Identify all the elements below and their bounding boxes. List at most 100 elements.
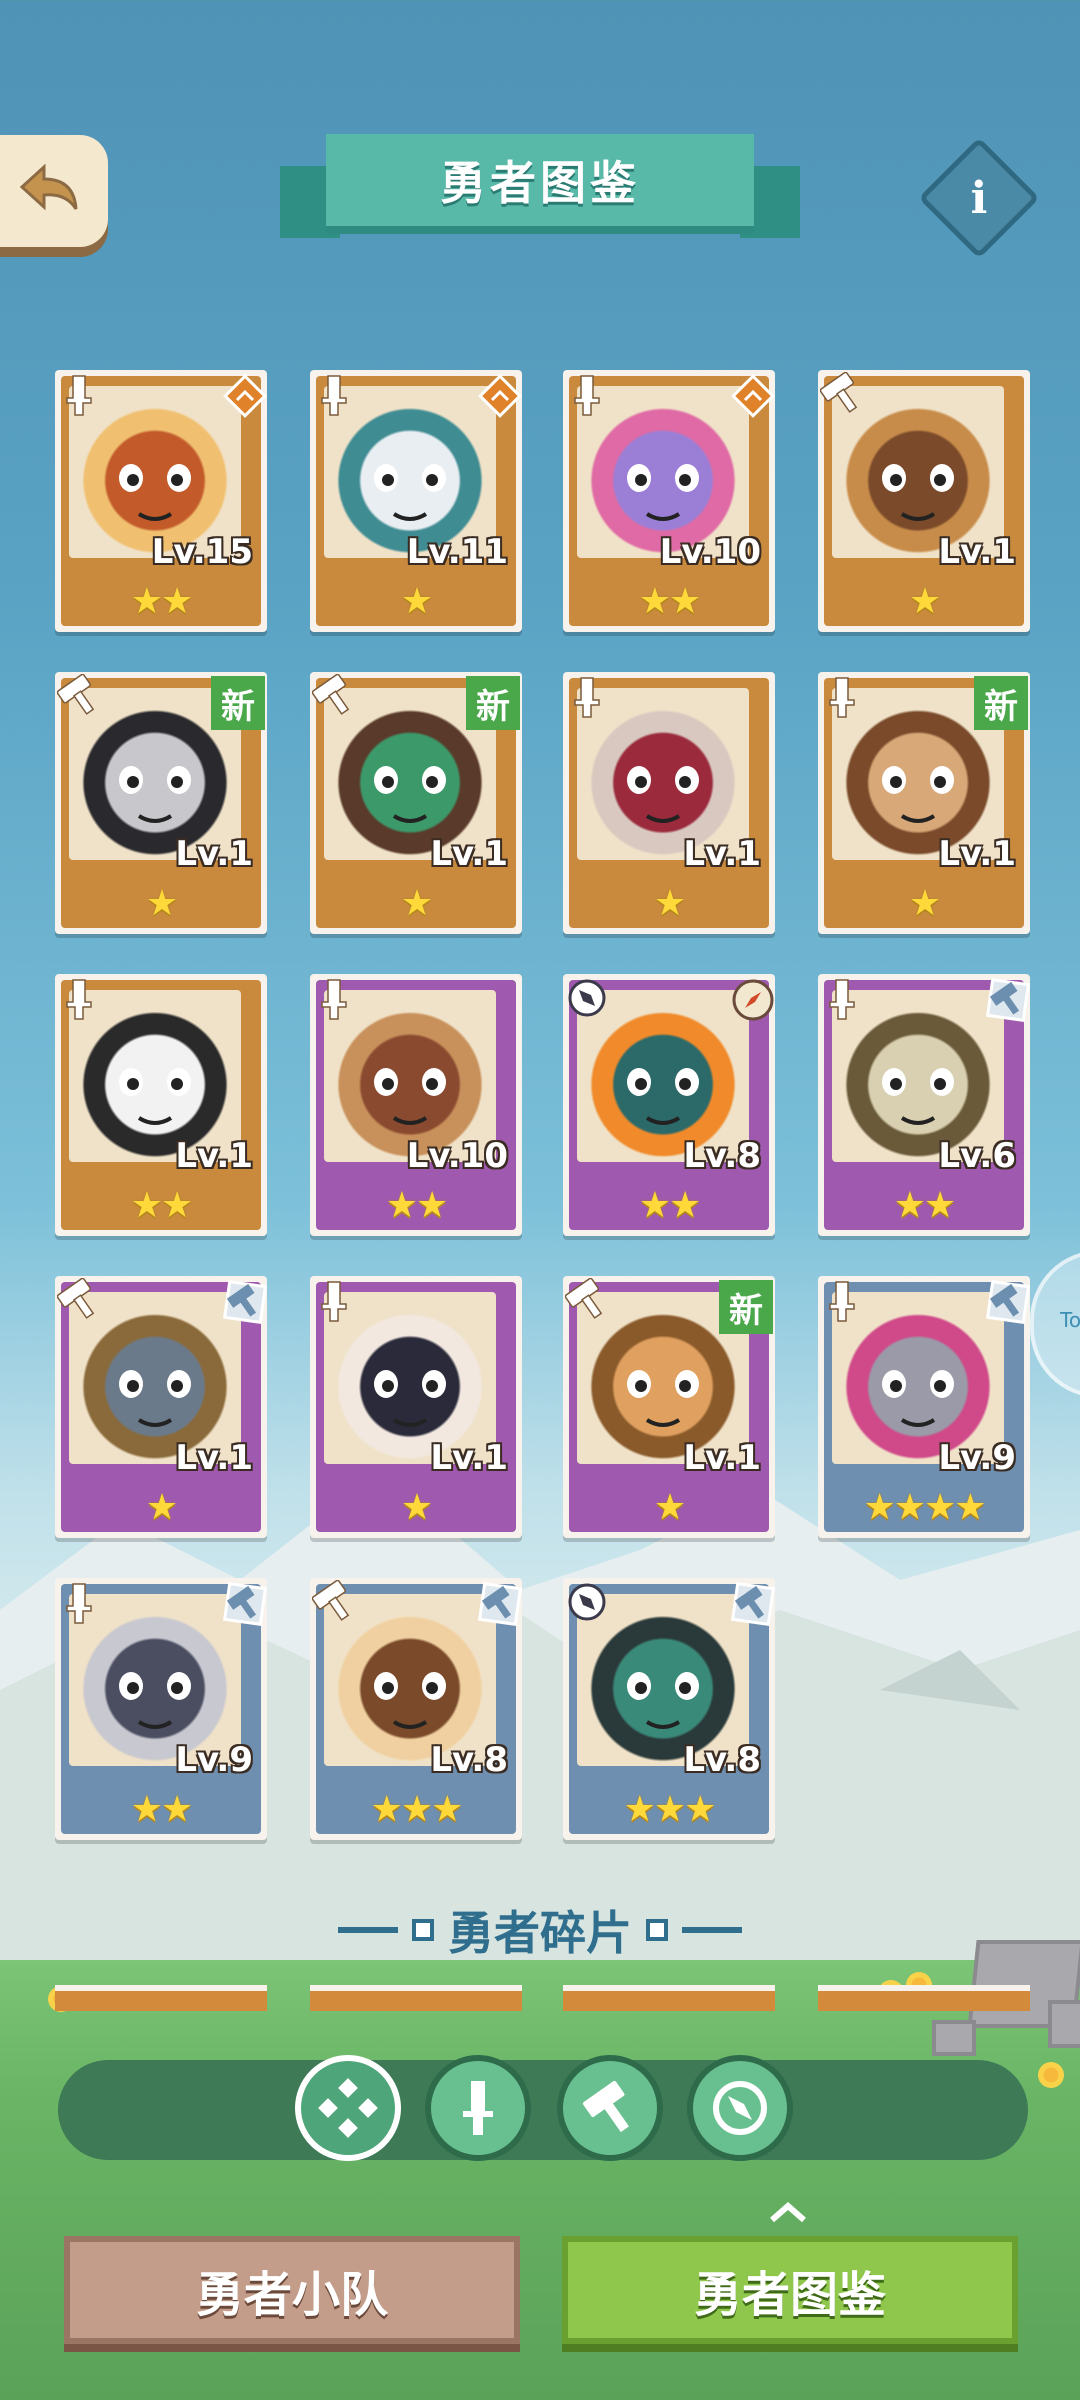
hero-level: Lv.8: [683, 1740, 761, 1780]
star-rating: ★★: [563, 582, 775, 622]
hammer-class-icon: [312, 1580, 350, 1621]
star-icon: ★: [161, 1185, 193, 1226]
filter-compass-button[interactable]: [687, 2055, 793, 2161]
sword-class-icon: [574, 375, 600, 416]
info-button[interactable]: i: [918, 137, 1040, 259]
hero-level: Lv.1: [175, 1438, 253, 1478]
star-rating: ★: [310, 582, 522, 622]
star-icon: ★: [908, 883, 941, 924]
star-rating: ★: [563, 1488, 775, 1528]
star-rating: ★: [563, 884, 775, 924]
new-badge: 新: [211, 676, 265, 730]
rank-diamond-icon: [223, 374, 267, 418]
section-divider: 勇者碎片: [305, 1900, 775, 1960]
star-rating: ★★: [55, 582, 267, 622]
star-icon: ★: [130, 1185, 163, 1226]
hammer-class-icon: [565, 1278, 603, 1319]
hero-card[interactable]: Lv.1 ★★: [55, 974, 267, 1236]
hero-card[interactable]: Lv.8 ★★★: [310, 1578, 523, 1840]
side-peek-button[interactable]: To: [1030, 1250, 1080, 1398]
filter-all-button[interactable]: [295, 2055, 401, 2161]
hero-card[interactable]: Lv.1 ★: [563, 672, 775, 934]
star-rating: ★★: [55, 1186, 267, 1226]
sword-class-icon: [829, 1281, 855, 1322]
star-icon: ★: [638, 581, 671, 622]
hero-card[interactable]: 新 Lv.1 ★: [55, 672, 267, 934]
hammer-badge-icon: [477, 1581, 523, 1627]
star-icon: ★: [623, 1789, 656, 1830]
page-title: 勇者图鉴: [440, 156, 640, 210]
hero-level: Lv.1: [683, 834, 761, 874]
hammer-icon: [582, 2080, 630, 2133]
star-icon: ★: [385, 1185, 418, 1226]
compass-icon: [713, 2081, 767, 2135]
title-banner: 勇者图鉴: [280, 110, 800, 250]
star-icon: ★: [130, 1789, 163, 1830]
hero-card[interactable]: Lv.11 ★: [310, 370, 522, 632]
hero-card[interactable]: Lv.10 ★★: [310, 974, 522, 1236]
star-icon: ★: [863, 1487, 895, 1528]
hero-card[interactable]: 新 Lv.1 ★: [563, 1276, 775, 1538]
sword-icon: [463, 2081, 493, 2135]
rank-diamond-icon: [478, 374, 522, 418]
star-icon: ★: [145, 1487, 178, 1528]
all-diamonds-icon: [318, 2078, 378, 2138]
hero-level: Lv.1: [175, 834, 253, 874]
hero-card[interactable]: Lv.9 ★★★★: [818, 1276, 1031, 1538]
star-icon: ★: [638, 1185, 671, 1226]
compass-badge-icon: [732, 979, 774, 1021]
hammer-class-icon: [820, 372, 858, 413]
tab-hero-codex[interactable]: 勇者图鉴: [562, 2236, 1018, 2344]
hero-level: Lv.11: [406, 532, 508, 572]
divider-dot: [646, 1919, 668, 1941]
tab-hero-team[interactable]: 勇者小队: [64, 2236, 520, 2344]
hero-level: Lv.1: [938, 532, 1016, 572]
class-filter-bar: [58, 2060, 1028, 2160]
star-rating: ★★: [563, 1186, 775, 1226]
star-rating: ★: [818, 582, 1030, 622]
star-rating: ★★: [310, 1186, 522, 1226]
hero-level: Lv.8: [430, 1740, 508, 1780]
chevron-up-icon: [770, 2202, 806, 2223]
star-rating: ★★: [55, 1790, 267, 1830]
hero-level: Lv.10: [659, 532, 761, 572]
star-icon: ★: [893, 1185, 926, 1226]
section-title: 勇者碎片: [448, 1906, 632, 1960]
filter-hammer-button[interactable]: [557, 2055, 663, 2161]
star-icon: ★: [370, 1789, 403, 1830]
back-button[interactable]: [0, 135, 108, 247]
fragment-card[interactable]: [55, 1985, 267, 2011]
star-icon: ★: [653, 883, 686, 924]
hero-card[interactable]: Lv.15 ★★: [55, 370, 267, 632]
hero-card[interactable]: Lv.6 ★★: [818, 974, 1031, 1236]
fragment-card[interactable]: [818, 1985, 1030, 2011]
hero-card[interactable]: Lv.10 ★★: [563, 370, 775, 632]
rock-decoration: [932, 2020, 976, 2056]
hero-card[interactable]: 新 Lv.1 ★: [310, 672, 522, 934]
star-icon: ★: [400, 1789, 433, 1830]
star-icon: ★: [669, 1185, 701, 1226]
star-rating: ★: [55, 1488, 267, 1528]
sword-class-icon: [66, 375, 92, 416]
hammer-badge-icon: [730, 1581, 776, 1627]
sword-class-icon: [321, 979, 347, 1020]
star-icon: ★: [431, 1789, 463, 1830]
hero-level: Lv.1: [175, 1136, 253, 1176]
star-icon: ★: [400, 581, 433, 622]
hero-card[interactable]: Lv.1 ★: [310, 1276, 522, 1538]
star-icon: ★: [924, 1487, 956, 1528]
hero-card[interactable]: Lv.8 ★★★: [563, 1578, 776, 1840]
rank-diamond-icon: [731, 374, 775, 418]
hero-card[interactable]: Lv.1 ★: [818, 370, 1030, 632]
hammer-badge-icon: [985, 1279, 1031, 1325]
hero-card[interactable]: Lv.9 ★★: [55, 1578, 268, 1840]
hero-card[interactable]: Lv.1 ★: [55, 1276, 268, 1538]
page-title-plate: 勇者图鉴: [326, 134, 754, 234]
fragment-card[interactable]: [563, 1985, 775, 2011]
hero-level: Lv.1: [430, 1438, 508, 1478]
hero-card[interactable]: 新 Lv.1 ★: [818, 672, 1030, 934]
star-rating: ★★★: [563, 1790, 775, 1830]
filter-sword-button[interactable]: [425, 2055, 531, 2161]
hero-card[interactable]: Lv.8 ★★: [563, 974, 775, 1236]
fragment-card[interactable]: [310, 1985, 522, 2011]
